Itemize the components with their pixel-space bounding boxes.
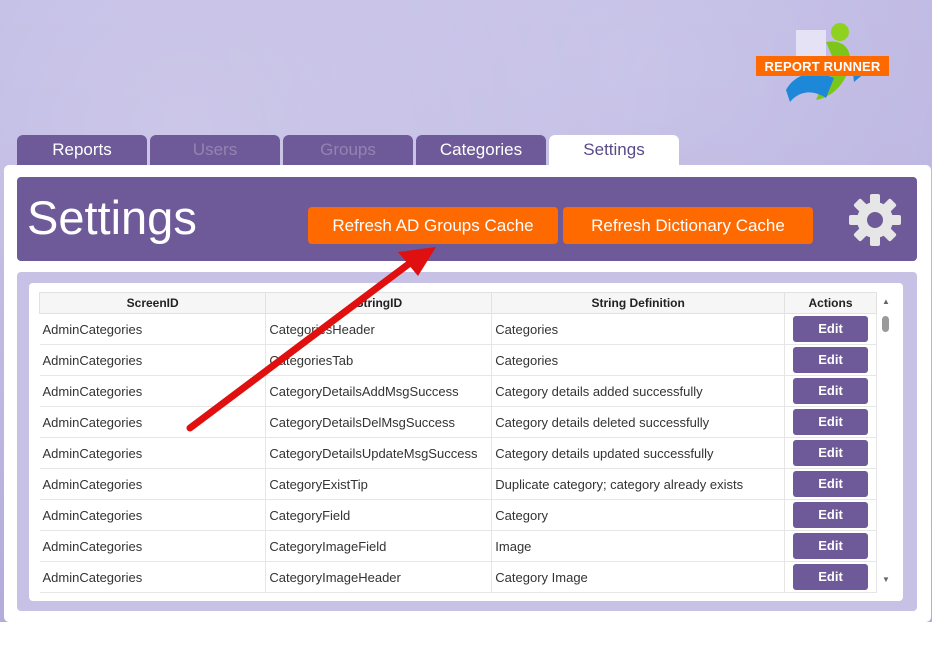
- cell-actions: Edit: [784, 375, 877, 407]
- edit-button[interactable]: Edit: [793, 502, 869, 528]
- cell-actions: Edit: [784, 561, 877, 593]
- gear-icon[interactable]: [848, 193, 902, 247]
- cell-stringid: CategoryImageHeader: [265, 561, 493, 593]
- tab-users[interactable]: Users: [150, 135, 280, 165]
- cell-screenid: AdminCategories: [39, 530, 267, 562]
- edit-button[interactable]: Edit: [793, 409, 869, 435]
- edit-button[interactable]: Edit: [793, 533, 869, 559]
- cell-stringid: CategoryImageField: [265, 530, 493, 562]
- cell-screenid: AdminCategories: [39, 499, 267, 531]
- table-row: AdminCategories CategoryField Category E…: [39, 499, 877, 531]
- cell-stringid: CategoryExistTip: [265, 468, 493, 500]
- table-header-row: ScreenID StringID String Definition Acti…: [38, 292, 877, 314]
- cell-screenid: AdminCategories: [39, 561, 267, 593]
- scroll-thumb[interactable]: [882, 316, 889, 332]
- tab-categories[interactable]: Categories: [416, 135, 546, 165]
- cell-definition: Categories: [491, 313, 786, 345]
- scroll-up-arrow-icon[interactable]: ▲: [880, 296, 892, 308]
- cell-actions: Edit: [784, 530, 877, 562]
- scroll-down-arrow-icon[interactable]: ▼: [880, 574, 892, 586]
- cell-definition: Category details deleted successfully: [491, 406, 786, 438]
- tab-groups[interactable]: Groups: [283, 135, 413, 165]
- tab-settings[interactable]: Settings: [549, 135, 679, 165]
- cell-screenid: AdminCategories: [39, 375, 267, 407]
- cell-actions: Edit: [784, 468, 877, 500]
- tab-reports[interactable]: Reports: [17, 135, 147, 165]
- cell-definition: Category Image: [491, 561, 786, 593]
- table-row: AdminCategories CategoryDetailsDelMsgSuc…: [39, 406, 877, 438]
- column-header-actions: Actions: [784, 292, 877, 314]
- edit-button[interactable]: Edit: [793, 564, 869, 590]
- table-row: AdminCategories CategoriesHeader Categor…: [39, 313, 877, 345]
- edit-button[interactable]: Edit: [793, 378, 869, 404]
- cell-definition: Category details added successfully: [491, 375, 786, 407]
- refresh-ad-groups-cache-button[interactable]: Refresh AD Groups Cache: [308, 207, 558, 244]
- table-body: AdminCategories CategoriesHeader Categor…: [39, 313, 877, 593]
- cell-stringid: CategoryDetailsUpdateMsgSuccess: [265, 437, 493, 469]
- edit-button[interactable]: Edit: [793, 471, 869, 497]
- table-row: AdminCategories CategoryDetailsUpdateMsg…: [39, 437, 877, 469]
- table-row: AdminCategories CategoriesTab Categories…: [39, 344, 877, 376]
- column-header-screenid[interactable]: ScreenID: [38, 292, 267, 314]
- cell-stringid: CategoryField: [265, 499, 493, 531]
- main-tabs: Reports Users Groups Categories Settings: [17, 135, 682, 165]
- cell-stringid: CategoriesTab: [265, 344, 493, 376]
- table-scrollbar[interactable]: ▲ ▼: [880, 296, 892, 586]
- cell-actions: Edit: [784, 499, 877, 531]
- cell-definition: Category details updated successfully: [491, 437, 786, 469]
- page-footer-area: [0, 622, 932, 655]
- cell-definition: Image: [491, 530, 786, 562]
- column-header-string-definition[interactable]: String Definition: [491, 292, 786, 314]
- table-row: AdminCategories CategoryImageHeader Cate…: [39, 561, 877, 593]
- cell-actions: Edit: [784, 406, 877, 438]
- table-row: AdminCategories CategoryExistTip Duplica…: [39, 468, 877, 500]
- cell-stringid: CategoryDetailsAddMsgSuccess: [265, 375, 493, 407]
- column-header-stringid[interactable]: StringID: [265, 292, 493, 314]
- cell-actions: Edit: [784, 437, 877, 469]
- page-title: Settings: [27, 191, 197, 244]
- cell-definition: Categories: [491, 344, 786, 376]
- edit-button[interactable]: Edit: [793, 316, 869, 342]
- refresh-dictionary-cache-button[interactable]: Refresh Dictionary Cache: [563, 207, 813, 244]
- report-runner-logo: REPORT RUNNER: [756, 20, 906, 110]
- edit-button[interactable]: Edit: [793, 347, 869, 373]
- logo-text: REPORT RUNNER: [756, 56, 889, 76]
- cell-actions: Edit: [784, 313, 877, 345]
- table-row: AdminCategories CategoryDetailsAddMsgSuc…: [39, 375, 877, 407]
- table-row: AdminCategories CategoryImageField Image…: [39, 530, 877, 562]
- cell-stringid: CategoriesHeader: [265, 313, 493, 345]
- cell-screenid: AdminCategories: [39, 437, 267, 469]
- cell-screenid: AdminCategories: [39, 344, 267, 376]
- cell-screenid: AdminCategories: [39, 468, 267, 500]
- cell-definition: Category: [491, 499, 786, 531]
- dictionary-table: ScreenID StringID String Definition Acti…: [38, 292, 877, 593]
- cell-definition: Duplicate category; category already exi…: [491, 468, 786, 500]
- edit-button[interactable]: Edit: [793, 440, 869, 466]
- cell-screenid: AdminCategories: [39, 313, 267, 345]
- cell-stringid: CategoryDetailsDelMsgSuccess: [265, 406, 493, 438]
- cell-actions: Edit: [784, 344, 877, 376]
- cell-screenid: AdminCategories: [39, 406, 267, 438]
